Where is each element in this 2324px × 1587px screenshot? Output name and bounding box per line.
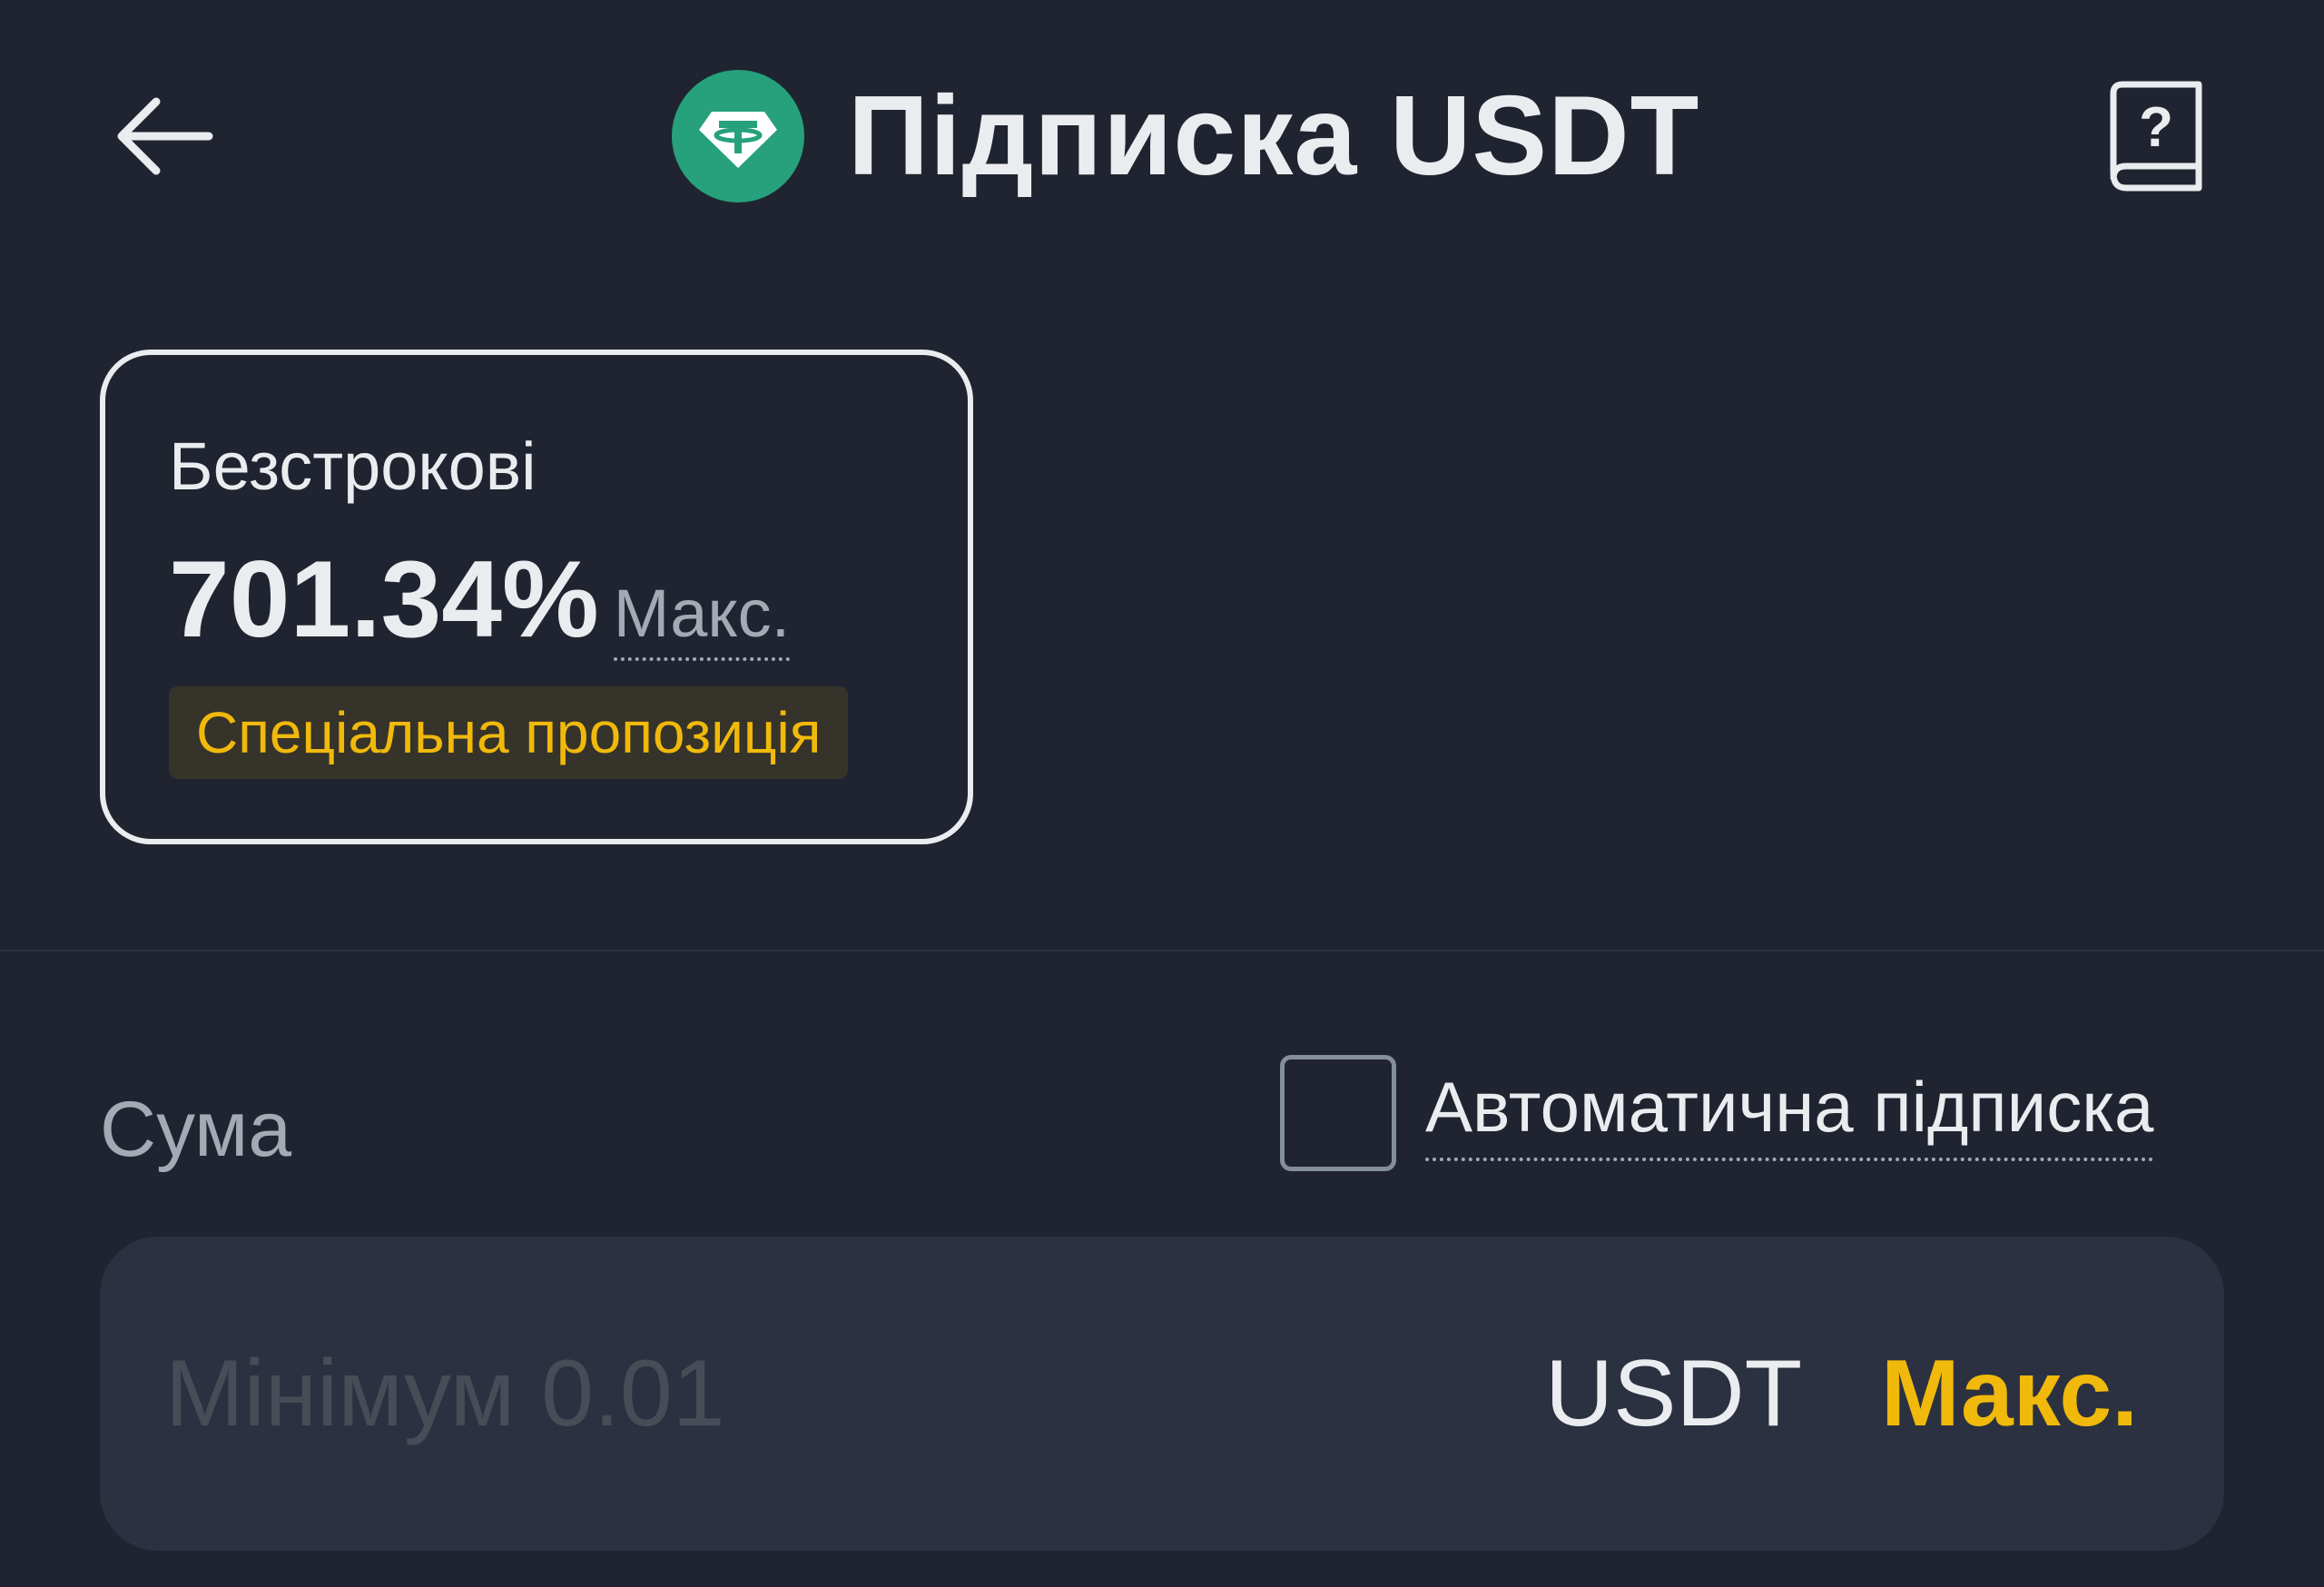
amount-input[interactable] [165,1237,1527,1551]
divider [0,950,2324,951]
back-button[interactable] [100,82,227,191]
header: Підписка USDT ? [0,0,2324,272]
apr-value: 701.34% [169,538,599,660]
help-book-icon: ? [2110,81,2202,192]
amount-label: Сума [100,1086,292,1173]
product-term-label: Безстрокові [169,429,537,504]
currency-label: USDT [1545,1340,1803,1446]
tether-usdt-icon [672,70,804,202]
arrow-left-icon [117,97,213,175]
auto-subscribe-checkbox[interactable] [1280,1055,1396,1171]
amount-input-box: USDT Макс. [100,1237,2224,1551]
auto-subscribe-label[interactable]: Автоматична підписка [1425,1066,2154,1161]
page-title: Підписка USDT [848,74,1700,199]
apr-max-label[interactable]: Макс. [613,575,791,661]
page-title-group: Підписка USDT [672,64,1699,209]
help-button[interactable]: ? [2097,73,2213,200]
auto-subscribe-toggle[interactable]: Автоматична підписка [1280,1055,2154,1171]
special-offer-badge: Спеціальна пропозиція [169,686,849,779]
product-card-flexible[interactable]: Безстрокові 701.34% Макс. Спеціальна про… [100,350,973,844]
svg-text:?: ? [2139,96,2173,159]
apr-row: 701.34% Макс. [169,537,791,662]
max-button[interactable]: Макс. [1881,1237,2138,1551]
